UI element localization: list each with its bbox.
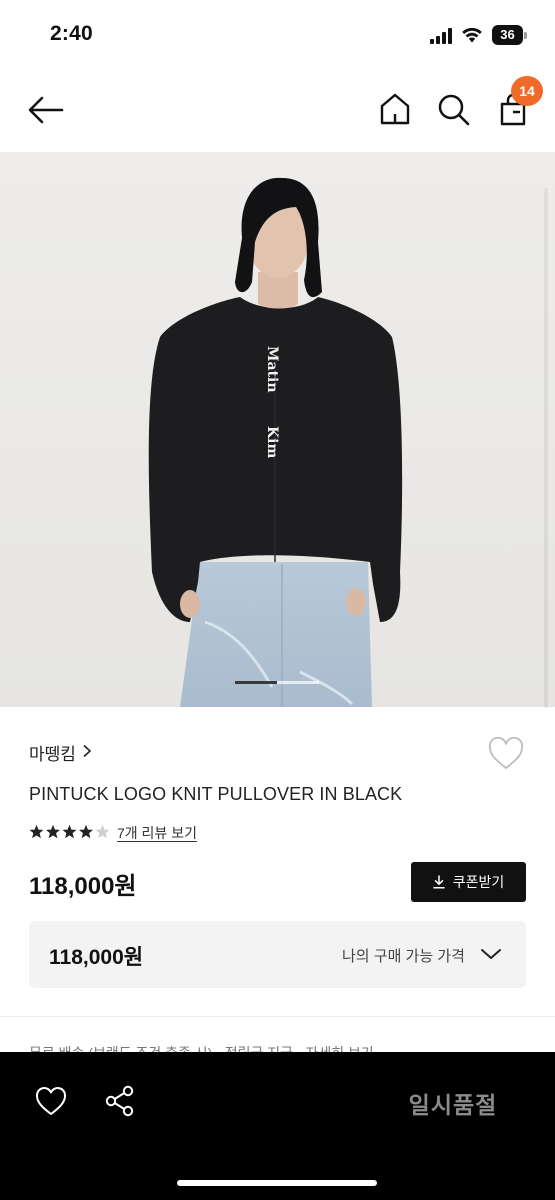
coupon-button[interactable]: 쿠폰받기	[411, 862, 526, 902]
home-icon[interactable]	[376, 90, 414, 128]
sold-out-button[interactable]: 일시품절	[400, 1086, 506, 1120]
wifi-icon	[462, 27, 482, 43]
chevron-down-icon[interactable]	[480, 947, 502, 961]
price-summary: 118,000원 나의 구매 가능 가격	[29, 921, 526, 988]
cart-count-badge: 14	[511, 76, 543, 106]
section-divider	[0, 1016, 555, 1017]
star-icon	[29, 824, 44, 839]
scrollbar[interactable]	[544, 188, 548, 708]
coupon-button-label: 쿠폰받기	[452, 874, 505, 890]
bottom-action-bar	[0, 1052, 555, 1200]
status-time: 2:40	[50, 22, 93, 45]
gallery-indicator	[277, 681, 319, 684]
back-arrow-icon[interactable]	[26, 92, 66, 128]
star-icon	[95, 824, 110, 839]
star-icon	[46, 824, 60, 839]
star-icon	[62, 824, 77, 839]
sweater-logo-text-1: Matin	[264, 346, 280, 393]
home-indicator	[177, 1180, 377, 1186]
chevron-right-icon	[83, 744, 92, 758]
available-price-toggle[interactable]: 나의 구매 가능 가격	[342, 945, 465, 966]
heart-icon[interactable]	[487, 737, 525, 771]
share-icon[interactable]	[104, 1084, 136, 1118]
heart-icon[interactable]	[34, 1085, 68, 1117]
rating-stars	[29, 824, 110, 839]
sweater-logo-text-2: Kim	[264, 426, 280, 458]
product-price: 118,000원	[29, 873, 137, 900]
brand-link[interactable]: 마뗑킴	[29, 740, 76, 765]
gallery-indicator-active	[235, 681, 277, 684]
product-image[interactable]: Matin Kim	[0, 152, 555, 707]
battery-level: 36	[500, 27, 515, 42]
search-icon[interactable]	[434, 90, 472, 128]
product-title: PINTUCK LOGO KNIT PULLOVER IN BLACK	[29, 784, 403, 804]
summary-price: 118,000원	[49, 946, 144, 969]
battery-icon: 36	[492, 25, 528, 45]
download-icon	[432, 875, 445, 889]
star-icon	[79, 824, 93, 839]
signal-icon	[430, 28, 454, 44]
product-photo: Matin Kim	[0, 152, 555, 707]
review-link[interactable]: 7개 리뷰 보기	[117, 823, 197, 843]
